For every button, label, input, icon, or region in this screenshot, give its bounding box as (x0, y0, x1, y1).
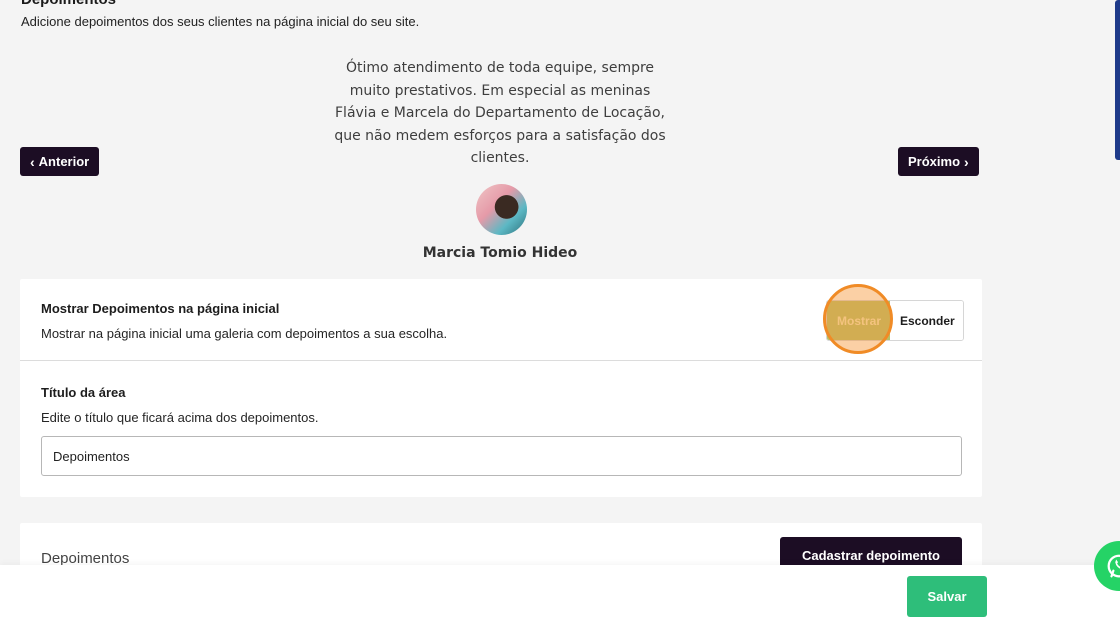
edge-scroll-indicator (1115, 0, 1120, 160)
previous-label: Anterior (38, 154, 90, 169)
show-setting-description: Mostrar na página inicial uma galeria co… (41, 326, 448, 341)
author-avatar (476, 184, 527, 235)
previous-button[interactable]: ‹ Anterior (20, 147, 100, 176)
show-setting-row: Mostrar Depoimentos na página inicial Mo… (20, 279, 982, 361)
testimonial-preview: ‹ Anterior Ótimo atendimento de toda equ… (0, 40, 1000, 276)
section-title: Depoimentos (21, 0, 116, 8)
area-title-input[interactable] (41, 436, 962, 476)
chevron-right-icon: › (964, 153, 969, 170)
footer-bar: Salvar (0, 565, 1120, 627)
next-button[interactable]: Próximo › (898, 147, 979, 176)
next-label: Próximo (908, 154, 961, 169)
show-button[interactable]: Mostrar (827, 301, 890, 340)
save-button[interactable]: Salvar (907, 576, 987, 617)
title-setting-label: Título da área (41, 385, 126, 400)
testimonial-quote: Ótimo atendimento de toda equipe, sempre… (334, 60, 666, 166)
section-subtitle: Adicione depoimentos dos seus clientes n… (21, 14, 420, 29)
chevron-left-icon: ‹ (30, 153, 35, 170)
show-hide-toggle: Mostrar Esconder (826, 300, 964, 341)
settings-card: Mostrar Depoimentos na página inicial Mo… (20, 279, 982, 497)
show-setting-label: Mostrar Depoimentos na página inicial (41, 301, 280, 316)
hide-button[interactable]: Esconder (890, 301, 963, 340)
title-setting-description: Edite o título que ficará acima dos depo… (41, 410, 319, 425)
testimonial-author: Marcia Tomio Hideo (422, 245, 578, 261)
